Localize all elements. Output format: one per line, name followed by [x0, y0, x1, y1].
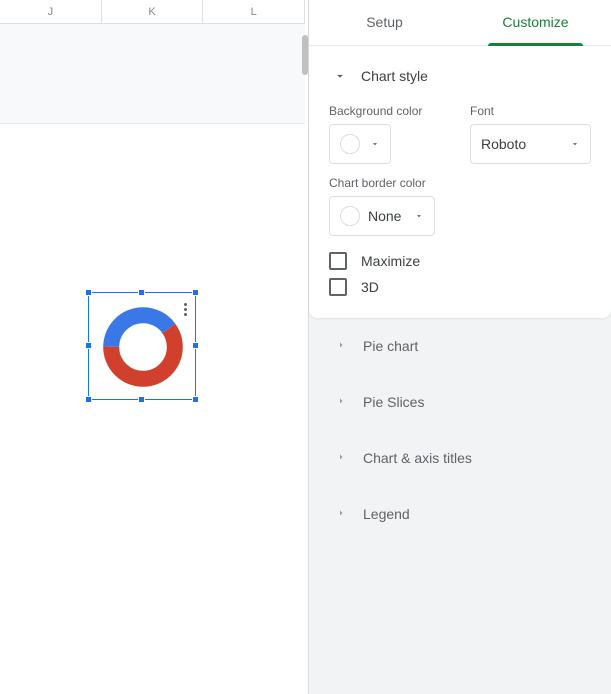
donut-chart	[101, 305, 185, 389]
column-header[interactable]: J	[0, 0, 102, 23]
chart-style-controls: Background color Font Roboto	[309, 92, 611, 300]
font-label: Font	[470, 104, 591, 118]
chart-style-title: Chart style	[361, 68, 428, 84]
column-header[interactable]: K	[102, 0, 204, 23]
bg-color-control: Background color	[329, 104, 450, 164]
color-swatch-icon	[340, 134, 360, 154]
bg-color-picker[interactable]	[329, 124, 391, 164]
section-pie-chart[interactable]: Pie chart	[309, 318, 611, 374]
chart-style-header[interactable]: Chart style	[309, 46, 611, 92]
border-value: None	[368, 208, 401, 224]
border-color-picker[interactable]: None	[329, 196, 435, 236]
font-select[interactable]: Roboto	[470, 124, 591, 164]
checkbox-icon	[329, 252, 347, 270]
color-swatch-icon	[340, 206, 360, 226]
chevron-right-icon	[335, 394, 347, 410]
chart-object[interactable]	[88, 292, 196, 400]
tab-setup[interactable]: Setup	[309, 0, 460, 45]
resize-handle-tm[interactable]	[138, 289, 145, 296]
section-chart-axis-titles[interactable]: Chart & axis titles	[309, 430, 611, 486]
panel-top-card: Setup Customize Chart style Background c…	[309, 0, 611, 318]
section-legend[interactable]: Legend	[309, 486, 611, 542]
editor-tabs: Setup Customize	[309, 0, 611, 46]
resize-handle-bl[interactable]	[85, 396, 92, 403]
border-color-label: Chart border color	[329, 176, 591, 190]
caret-down-icon	[414, 208, 424, 224]
section-label: Pie chart	[363, 338, 418, 354]
maximize-checkbox[interactable]: Maximize	[329, 248, 591, 274]
resize-handle-br[interactable]	[192, 396, 199, 403]
chevron-right-icon	[335, 506, 347, 522]
3d-label: 3D	[361, 279, 379, 295]
caret-down-icon	[370, 136, 380, 152]
chevron-right-icon	[335, 338, 347, 354]
section-label: Chart & axis titles	[363, 450, 472, 466]
3d-checkbox[interactable]: 3D	[329, 274, 591, 300]
chevron-down-icon	[333, 69, 347, 83]
font-control: Font Roboto	[470, 104, 591, 164]
resize-handle-bm[interactable]	[138, 396, 145, 403]
font-value: Roboto	[481, 136, 526, 152]
chevron-right-icon	[335, 450, 347, 466]
column-header[interactable]: L	[203, 0, 305, 23]
checkbox-icon	[329, 278, 347, 296]
resize-handle-tr[interactable]	[192, 289, 199, 296]
maximize-label: Maximize	[361, 253, 420, 269]
caret-down-icon	[570, 136, 580, 152]
section-pie-slices[interactable]: Pie Slices	[309, 374, 611, 430]
resize-handle-tl[interactable]	[85, 289, 92, 296]
column-headers: J K L	[0, 0, 305, 24]
checkbox-group: Maximize 3D	[329, 248, 591, 300]
empty-row-area[interactable]	[0, 24, 305, 124]
tab-customize[interactable]: Customize	[460, 0, 611, 45]
border-color-control: Chart border color None	[329, 176, 591, 236]
spreadsheet-area: J K L	[0, 0, 305, 694]
section-label: Legend	[363, 506, 410, 522]
chart-editor-panel: Setup Customize Chart style Background c…	[308, 0, 611, 694]
resize-handle-ml[interactable]	[85, 342, 92, 349]
bg-color-label: Background color	[329, 104, 450, 118]
section-label: Pie Slices	[363, 394, 424, 410]
resize-handle-mr[interactable]	[192, 342, 199, 349]
scrollbar-thumb[interactable]	[302, 35, 308, 75]
